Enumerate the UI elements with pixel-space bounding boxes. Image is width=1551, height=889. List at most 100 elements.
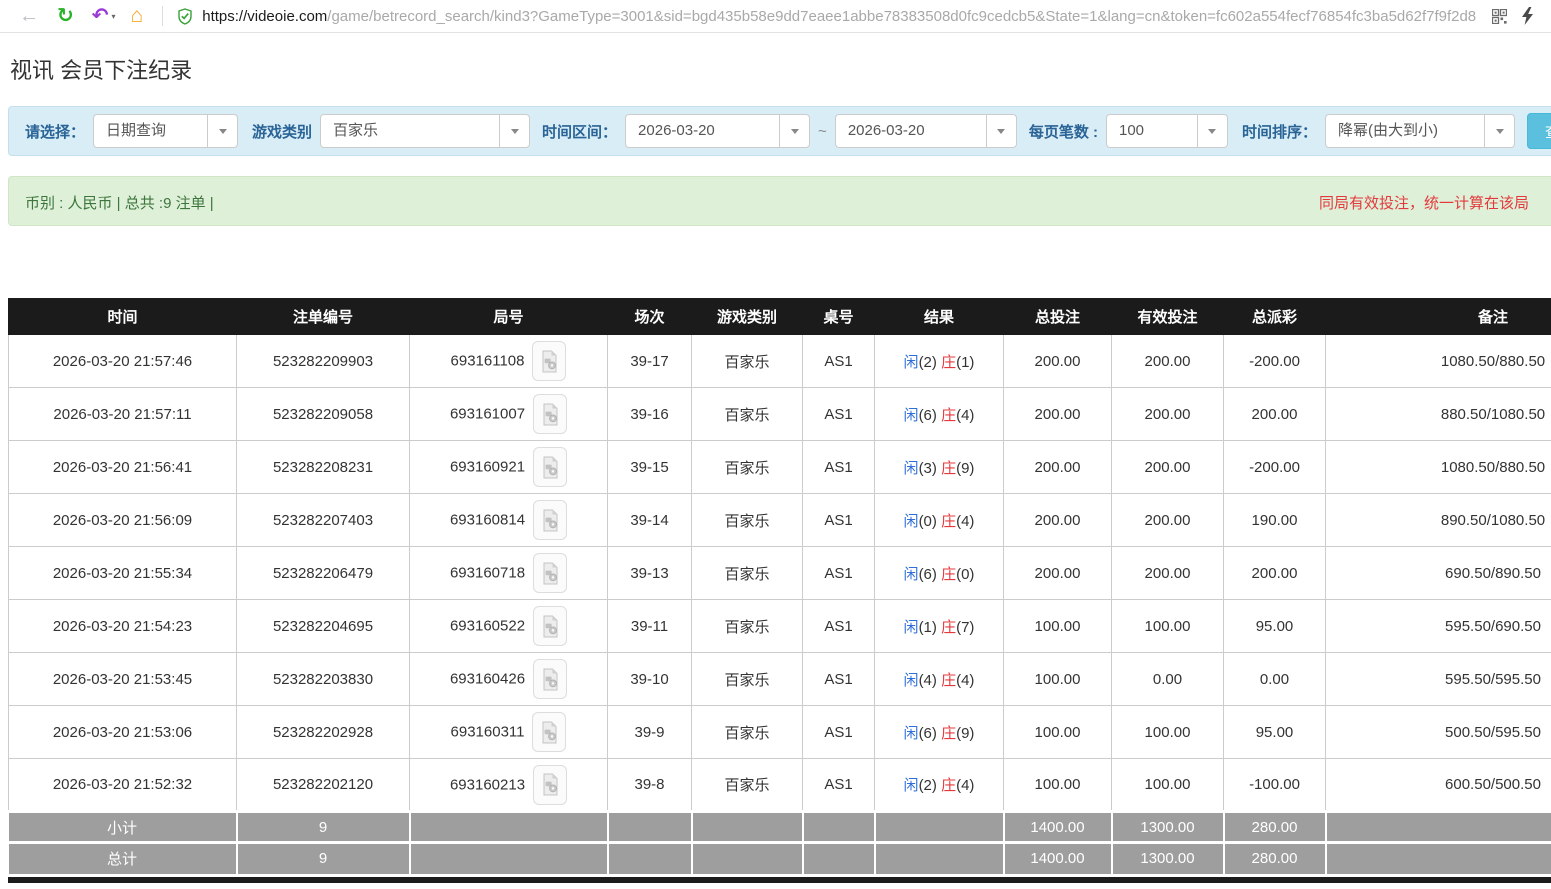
page-size-select[interactable]: 100 bbox=[1106, 114, 1228, 148]
chevron-down-icon[interactable] bbox=[986, 115, 1016, 147]
refresh-icon[interactable]: ↻ bbox=[57, 6, 74, 26]
cell-table-number: AS1 bbox=[803, 494, 875, 547]
cell-game-category: 百家乐 bbox=[692, 653, 803, 706]
cell-time: 2026-03-20 21:57:11 bbox=[9, 388, 237, 441]
flash-plugin-icon[interactable] bbox=[1521, 7, 1534, 25]
player-result-score: (3) bbox=[919, 460, 937, 477]
cell-total-bet[interactable]: 200.00 bbox=[1004, 441, 1112, 494]
qr-code-icon[interactable] bbox=[1492, 9, 1507, 24]
date-from-select[interactable]: 2026-03-20 bbox=[625, 114, 810, 148]
cell-session: 39-14 bbox=[608, 494, 692, 547]
subtotal-label: 小计 bbox=[9, 812, 237, 843]
cell-table-number: AS1 bbox=[803, 653, 875, 706]
video-replay-icon[interactable] bbox=[533, 447, 567, 487]
undo-icon[interactable]: ↶ bbox=[92, 6, 109, 26]
player-result-label: 闲 bbox=[904, 513, 919, 530]
search-button[interactable]: 查询 bbox=[1527, 113, 1551, 149]
cell-time: 2026-03-20 21:53:45 bbox=[9, 653, 237, 706]
cell-remark: 600.50/500.50 bbox=[1326, 759, 1551, 812]
cell-result: 闲(3) 庄(9) bbox=[875, 441, 1004, 494]
cell-round-number: 693160814 bbox=[410, 494, 608, 547]
valid-bet-warning-text: 同局有效投注，统一计算在该局 bbox=[1319, 192, 1529, 213]
game-category-select[interactable]: 百家乐 bbox=[320, 114, 530, 148]
undo-dropdown-caret-icon[interactable]: ▾ bbox=[112, 12, 116, 21]
cell-payout: -200.00 bbox=[1224, 441, 1326, 494]
player-result-label: 闲 bbox=[904, 725, 919, 742]
sort-label: 时间排序： bbox=[1242, 121, 1317, 142]
table-row: 2026-03-20 21:53:45523282203830693160426… bbox=[9, 653, 1551, 706]
cell-remark: 1080.50/880.50 bbox=[1326, 441, 1551, 494]
subtotal-row: 小计 9 1400.00 1300.00 280.00 bbox=[9, 812, 1551, 843]
cell-round-number: 693160311 bbox=[410, 706, 608, 759]
cell-valid-bet: 100.00 bbox=[1112, 600, 1224, 653]
column-header-5: 桌号 bbox=[803, 299, 875, 335]
player-result-score: (2) bbox=[919, 354, 937, 371]
player-result-score: (4) bbox=[919, 672, 937, 689]
table-row: 2026-03-20 21:56:09523282207403693160814… bbox=[9, 494, 1551, 547]
home-icon[interactable]: ⌂ bbox=[131, 6, 144, 26]
back-icon[interactable]: ← bbox=[19, 6, 39, 26]
player-result-label: 闲 bbox=[904, 354, 919, 371]
player-result-score: (2) bbox=[919, 777, 937, 794]
cell-time: 2026-03-20 21:56:09 bbox=[9, 494, 237, 547]
cell-session: 39-8 bbox=[608, 759, 692, 812]
total-empty-cell bbox=[803, 843, 875, 874]
chevron-down-icon[interactable] bbox=[499, 115, 529, 147]
cell-valid-bet: 200.00 bbox=[1112, 494, 1224, 547]
video-replay-icon[interactable] bbox=[533, 765, 567, 805]
player-result-label: 闲 bbox=[904, 777, 919, 794]
game-category-label: 游戏类别 bbox=[252, 121, 312, 142]
cell-total-bet[interactable]: 200.00 bbox=[1004, 547, 1112, 600]
column-header-2: 局号 bbox=[410, 299, 608, 335]
cell-valid-bet: 0.00 bbox=[1112, 653, 1224, 706]
cell-game-category: 百家乐 bbox=[692, 441, 803, 494]
video-replay-icon[interactable] bbox=[533, 394, 567, 434]
chevron-down-icon[interactable] bbox=[207, 115, 237, 147]
cell-remark: 595.50/690.50 bbox=[1326, 600, 1551, 653]
video-replay-icon[interactable] bbox=[533, 606, 567, 646]
player-result-label: 闲 bbox=[904, 566, 919, 583]
chevron-down-icon[interactable] bbox=[1197, 115, 1227, 147]
security-shield-icon[interactable] bbox=[177, 8, 193, 25]
cell-total-bet[interactable]: 200.00 bbox=[1004, 494, 1112, 547]
date-to-select[interactable]: 2026-03-20 bbox=[835, 114, 1017, 148]
cell-total-bet[interactable]: 200.00 bbox=[1004, 388, 1112, 441]
cell-total-bet[interactable]: 100.00 bbox=[1004, 653, 1112, 706]
cell-time: 2026-03-20 21:54:23 bbox=[9, 600, 237, 653]
round-number: 693161108 bbox=[451, 353, 525, 370]
cell-total-bet[interactable]: 100.00 bbox=[1004, 600, 1112, 653]
cell-game-category: 百家乐 bbox=[692, 494, 803, 547]
cell-time: 2026-03-20 21:57:46 bbox=[9, 335, 237, 388]
query-type-select[interactable]: 日期查询 bbox=[93, 114, 238, 148]
cell-remark: 500.50/595.50 bbox=[1326, 706, 1551, 759]
video-replay-icon[interactable] bbox=[533, 500, 567, 540]
cell-total-bet[interactable]: 200.00 bbox=[1004, 335, 1112, 388]
column-header-1: 注单编号 bbox=[237, 299, 410, 335]
address-bar[interactable]: https://videoie.com/game/betrecord_searc… bbox=[173, 8, 1477, 25]
cell-game-category: 百家乐 bbox=[692, 706, 803, 759]
banker-result-label: 庄 bbox=[941, 460, 956, 477]
subtotal-valid-bet: 1300.00 bbox=[1112, 812, 1224, 843]
cell-valid-bet: 200.00 bbox=[1112, 441, 1224, 494]
cell-total-bet[interactable]: 100.00 bbox=[1004, 759, 1112, 812]
currency-total-text: 币别 : 人民币 | 总共 :9 注单 | bbox=[25, 192, 214, 213]
cell-total-bet[interactable]: 100.00 bbox=[1004, 706, 1112, 759]
cell-table-number: AS1 bbox=[803, 335, 875, 388]
video-replay-icon[interactable] bbox=[533, 553, 567, 593]
cell-result: 闲(6) 庄(9) bbox=[875, 706, 1004, 759]
url-text[interactable]: https://videoie.com/game/betrecord_searc… bbox=[202, 8, 1477, 25]
cell-table-number: AS1 bbox=[803, 388, 875, 441]
chevron-down-icon[interactable] bbox=[1484, 115, 1514, 147]
banker-result-label: 庄 bbox=[941, 566, 956, 583]
banker-result-score: (4) bbox=[956, 513, 974, 530]
chevron-down-icon[interactable] bbox=[779, 115, 809, 147]
cell-round-number: 693160921 bbox=[410, 441, 608, 494]
video-replay-icon[interactable] bbox=[533, 659, 567, 699]
table-row: 2026-03-20 21:56:41523282208231693160921… bbox=[9, 441, 1551, 494]
cell-payout: 200.00 bbox=[1224, 388, 1326, 441]
sort-select[interactable]: 降幂(由大到小) bbox=[1325, 114, 1515, 148]
video-replay-icon[interactable] bbox=[532, 712, 566, 752]
table-row: 2026-03-20 21:53:06523282202928693160311… bbox=[9, 706, 1551, 759]
video-replay-icon[interactable] bbox=[532, 341, 566, 381]
subtotal-empty-cell bbox=[875, 812, 1004, 843]
